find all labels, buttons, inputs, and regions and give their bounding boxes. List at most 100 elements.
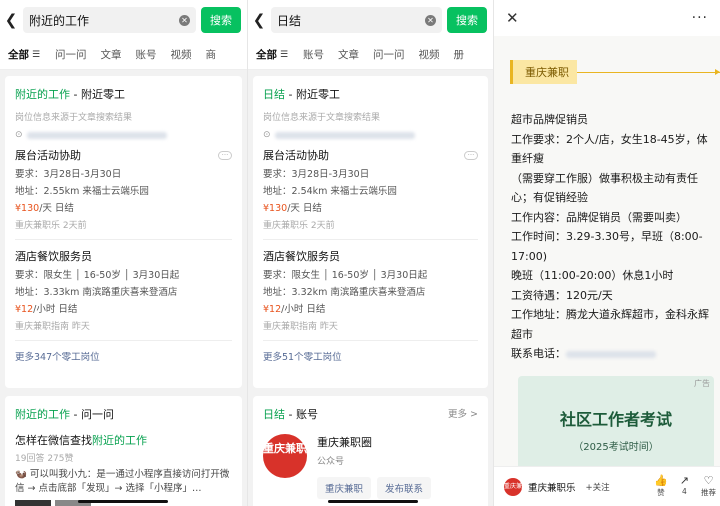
answer-snippet[interactable]: 🦦 可以叫我小九：是一通过小程序直接访问打开微信 → 点击底部「发现」→ 选择「… (5, 464, 242, 496)
job-address: 地址：2.55km 来福士云端乐园 (15, 186, 149, 197)
question-meta: 19回答 275赞 (15, 454, 74, 464)
divider (15, 239, 232, 240)
more-options-icon[interactable]: ··· (464, 150, 478, 160)
job-requirement: 要求：限女生 │ 16-50岁 │ 3月30日起 (15, 270, 180, 281)
job-requirement: 要求：3月28日-3月30日 (15, 169, 122, 180)
like-button[interactable]: 👍 赞 (654, 475, 668, 498)
location-pin-icon: ⊙ (15, 130, 23, 140)
search-query[interactable]: 附近的工作 (29, 12, 174, 29)
tab-articles[interactable]: 文章 (101, 47, 122, 62)
ask-card: 附近的工作 - 问一问 怎样在微信查找附近的工作 19回答 275赞 🦦 可以叫… (5, 396, 242, 506)
back-arrow-icon[interactable]: ❮ (4, 11, 18, 29)
blurred-location (274, 131, 415, 139)
clear-icon[interactable]: ✕ (425, 14, 436, 26)
result-tabs: 全部 ☰ 问一问 文章 账号 视频 商 (0, 40, 247, 70)
article-top-bar: ✕ ··· (494, 0, 720, 36)
source-note: 岗位信息来源于文章搜索结果 (15, 113, 133, 123)
article-body: 重庆兼职 超市品牌促销员 工作要求：2个人/店，女生18-45岁，体重纤瘦 （需… (494, 36, 720, 466)
back-arrow-icon[interactable]: ❮ (252, 11, 266, 29)
more-jobs-link[interactable]: 更多51个零工岗位 (253, 349, 488, 363)
tab-more[interactable]: 商 (206, 47, 217, 62)
heart-icon: ♡ (703, 474, 714, 487)
home-indicator (328, 500, 418, 503)
thumbnail[interactable] (15, 500, 51, 506)
thumbs-up-icon: 👍 (654, 474, 668, 487)
filter-icon[interactable]: ☰ (280, 50, 289, 60)
article-line: 联系电话： (511, 344, 716, 364)
author-avatar[interactable]: 重庆兼职 (504, 477, 522, 506)
search-input[interactable]: 附近的工作 ✕ (23, 7, 196, 33)
article-line: 工作内容：品牌促销员（需要叫卖） (511, 210, 687, 224)
job-title: 酒店餐饮服务员 (263, 250, 340, 263)
tab-ask[interactable]: 问一问 (373, 47, 405, 62)
search-query[interactable]: 日结 (277, 12, 420, 29)
tab-accounts[interactable]: 账号 (303, 47, 324, 62)
job-pay: ¥130/天 日结 (15, 203, 74, 214)
tab-more[interactable]: 册 (454, 47, 465, 62)
account-menu-chip[interactable]: 发布联系 (377, 477, 432, 499)
divider (15, 340, 232, 341)
more-jobs-link[interactable]: 更多347个零工岗位 (5, 349, 242, 363)
more-options-icon[interactable]: ··· (218, 150, 232, 160)
banner-label: 重庆兼职 (510, 60, 577, 84)
article-bottom-bar: 重庆兼职 重庆兼职乐 +关注 👍 赞 ↗ 4 ♡ 推荐 (494, 466, 720, 506)
article-line: （需要穿工作服）做事积极主动有责任心；有促销经验 (511, 171, 698, 205)
job-pay: ¥12/小时 日结 (15, 304, 78, 315)
author-name[interactable]: 重庆兼职乐 (528, 480, 576, 494)
job-requirement: 要求：限女生 │ 16-50岁 │ 3月30日起 (263, 270, 428, 281)
account-logo[interactable]: 重庆兼职 (263, 434, 307, 478)
close-icon[interactable]: ✕ (506, 9, 519, 27)
article-line: 工作时间：3.29-3.30号，早班（8:00-17:00) (511, 230, 703, 263)
tab-videos[interactable]: 视频 (171, 47, 192, 62)
nearby-jobs-card: 日结 - 附近零工 岗位信息来源于文章搜索结果 ⊙ 展台活动协助 ··· 要求：3… (253, 76, 488, 388)
location-row[interactable]: ⊙ (5, 123, 242, 141)
card-title[interactable]: 日结 - 附近零工 (253, 76, 488, 102)
blurred-location (26, 131, 167, 139)
article-line: 工作要求：2个人/店，女生18-45岁，体重纤瘦 (511, 132, 708, 166)
follow-button[interactable]: +关注 (586, 481, 610, 493)
ad-tag[interactable]: 广告 (694, 378, 710, 389)
account-menu-chip[interactable]: 重庆兼职 (317, 477, 372, 499)
more-accounts-link[interactable]: 更多 > (448, 406, 478, 420)
question-title[interactable]: 怎样在微信查找附近的工作 (5, 422, 242, 448)
share-button[interactable]: ↗ 4 (680, 475, 689, 498)
filter-icon[interactable]: ☰ (32, 50, 41, 60)
location-row[interactable]: ⊙ (253, 123, 488, 141)
nearby-jobs-card: 附近的工作 - 附近零工 岗位信息来源于文章搜索结果 ⊙ 展台活动协助 ··· 要… (5, 76, 242, 388)
job-requirement: 要求：3月28日-3月30日 (263, 169, 370, 180)
tab-articles[interactable]: 文章 (338, 47, 359, 62)
more-icon[interactable]: ··· (692, 10, 708, 26)
job-title: 酒店餐饮服务员 (15, 250, 92, 263)
card-title[interactable]: 附近的工作 - 问一问 (5, 396, 242, 422)
account-type: 公众号 (317, 457, 345, 467)
job-item[interactable]: 展台活动协助 ··· 要求：3月28日-3月30日 地址：2.55km 来福士云端… (5, 147, 242, 231)
ad-banner[interactable]: 广告 社区工作者考试 （2025考试时间） (518, 376, 714, 466)
article-panel: ✕ ··· 重庆兼职 超市品牌促销员 工作要求：2个人/店，女生18-45岁，体… (493, 0, 720, 506)
job-item[interactable]: 展台活动协助 ··· 要求：3月28日-3月30日 地址：2.54km 来福士云端… (253, 147, 488, 231)
article-line: 工作地址：腾龙大道永辉超市，金科永辉超市 (511, 308, 709, 341)
search-bar: ❮ 日结 ✕ 搜索 (248, 0, 493, 40)
tab-accounts[interactable]: 账号 (136, 47, 157, 62)
search-input[interactable]: 日结 ✕ (271, 7, 442, 33)
tab-all[interactable]: 全部 ☰ (256, 47, 289, 62)
job-item[interactable]: 酒店餐饮服务员 要求：限女生 │ 16-50岁 │ 3月30日起 地址：3.33… (5, 248, 242, 332)
search-button[interactable]: 搜索 (447, 7, 487, 33)
tab-videos[interactable]: 视频 (419, 47, 440, 62)
clear-icon[interactable]: ✕ (179, 14, 190, 26)
section-banner: 重庆兼职 (510, 60, 720, 84)
job-pay: ¥12/小时 日结 (263, 304, 326, 315)
recommend-button[interactable]: ♡ 推荐 (701, 475, 716, 498)
tab-all[interactable]: 全部 ☰ (8, 47, 41, 62)
account-item[interactable]: 重庆兼职 重庆兼职圈 公众号 重庆兼职 发布联系 (253, 422, 488, 499)
source-note: 岗位信息来源于文章搜索结果 (263, 113, 381, 123)
job-item[interactable]: 酒店餐饮服务员 要求：限女生 │ 16-50岁 │ 3月30日起 地址：3.32… (253, 248, 488, 332)
job-address: 地址：2.54km 来福士云端乐园 (263, 186, 397, 197)
search-button[interactable]: 搜索 (201, 7, 241, 33)
tab-ask[interactable]: 问一问 (55, 47, 87, 62)
card-title[interactable]: 附近的工作 - 附近零工 (5, 76, 242, 102)
ad-title: 社区工作者考试 (559, 410, 672, 429)
job-source: 重庆兼职指南 昨天 (263, 322, 338, 332)
search-results-panel-nearby: ❮ 附近的工作 ✕ 搜索 全部 ☰ 问一问 文章 账号 视频 商 附近的工作 - … (0, 0, 247, 506)
search-bar: ❮ 附近的工作 ✕ 搜索 (0, 0, 247, 40)
job-source: 重庆兼职乐 2天前 (15, 221, 87, 231)
